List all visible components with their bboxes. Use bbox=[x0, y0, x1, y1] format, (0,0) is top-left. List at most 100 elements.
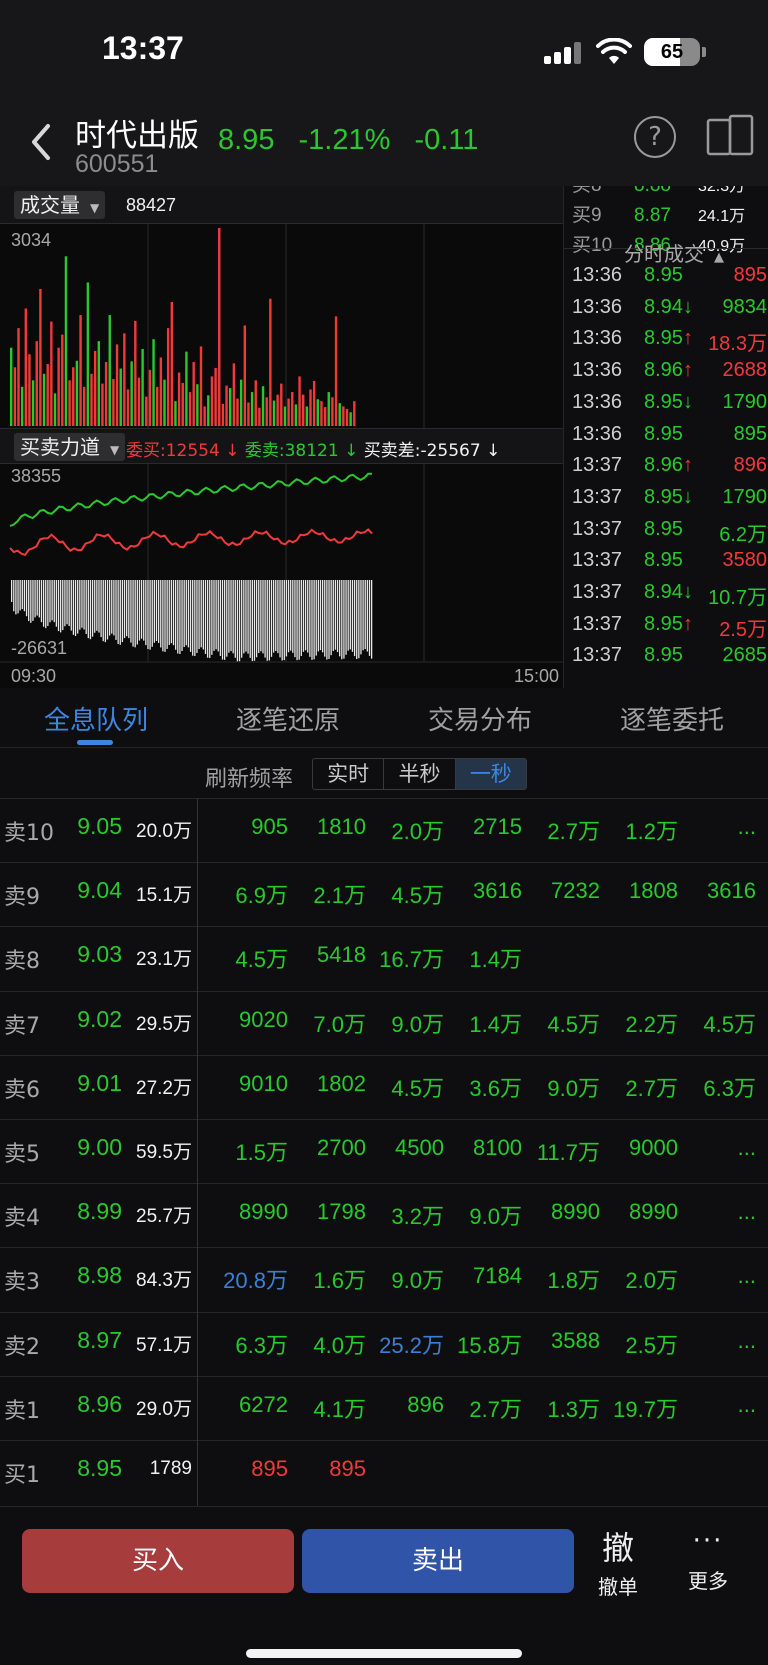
queue-row[interactable]: 卖7 9.02 29.5万 9020 7.0万 9.0万 1.4万 4.5万 2.2万 4.5万 bbox=[0, 990, 768, 1055]
diff-bar bbox=[272, 580, 275, 653]
tick-row: 13:37 8.95↓ 1790 bbox=[572, 485, 767, 508]
help-icon[interactable]: ? bbox=[634, 116, 676, 158]
queue-row[interactable]: 卖3 8.98 84.3万 20.8万 1.6万 9.0万 7184 1.8万 2.0万... bbox=[0, 1247, 768, 1311]
sell-button[interactable]: 卖出 bbox=[302, 1529, 574, 1593]
layout-switch-icon[interactable] bbox=[706, 114, 754, 158]
diff-bar bbox=[285, 580, 288, 657]
diff-bar bbox=[192, 580, 194, 656]
diff-bar bbox=[204, 580, 207, 654]
queue-row[interactable]: 卖6 9.01 27.2万 9010 1802 4.5万 3.6万 9.0万 2.7万 6.3万 bbox=[0, 1054, 768, 1119]
diff-bar bbox=[356, 580, 358, 659]
diff-bar bbox=[42, 580, 45, 627]
diff-bar bbox=[238, 580, 241, 662]
tab-order-by-order[interactable]: 逐笔委托 bbox=[576, 700, 768, 737]
volume-bar bbox=[218, 228, 221, 426]
diff-bar bbox=[196, 580, 198, 653]
diff-bar bbox=[217, 580, 219, 652]
volume-bar bbox=[232, 363, 236, 426]
diff-bar bbox=[57, 580, 60, 632]
volume-bar bbox=[265, 397, 268, 426]
diff-bar bbox=[349, 580, 351, 650]
diff-bar bbox=[315, 580, 317, 656]
diff-bar bbox=[251, 580, 253, 662]
tab-tick-restore[interactable]: 逐笔还原 bbox=[192, 700, 384, 737]
diff-bar bbox=[123, 580, 126, 639]
diff-bar bbox=[132, 580, 134, 647]
diff-bar bbox=[147, 580, 149, 650]
diff-bar bbox=[268, 580, 271, 661]
diff-bar bbox=[145, 580, 147, 646]
diff-bar bbox=[319, 580, 322, 651]
volume-bar bbox=[170, 302, 173, 426]
volume-bar bbox=[123, 333, 126, 426]
order-queue[interactable]: 卖10 9.05 20.0万 905 1810 2.0万 2715 2.7万 1.2万... 卖9… bbox=[0, 798, 768, 1506]
intraday-chart[interactable]: 成交量 ▼ 88427 3034 买卖力道 ▼ 委买:12554 ↓ 委卖:3812… bbox=[0, 186, 563, 688]
queue-row[interactable]: 买1 8.95 1789 895 895 bbox=[0, 1440, 768, 1504]
volume-bar bbox=[185, 351, 188, 426]
refresh-option-one-second[interactable]: 一秒 bbox=[455, 759, 526, 789]
tab-full-queue[interactable]: 全息队列 bbox=[0, 700, 192, 737]
more-button[interactable]: ··· 更多 bbox=[680, 1523, 736, 1594]
volume-bar bbox=[312, 380, 316, 426]
queue-row[interactable]: 卖1 8.96 29.0万 6272 4.1万 896 2.7万 1.3万 19.7万... bbox=[0, 1375, 768, 1440]
diff-bar bbox=[260, 580, 262, 652]
diff-bar bbox=[121, 580, 124, 643]
diff-bar bbox=[362, 580, 364, 651]
volume-bar bbox=[196, 384, 199, 426]
diff-bar bbox=[59, 580, 62, 633]
queue-row[interactable]: 卖2 8.97 57.1万 6.3万 4.0万 25.2万 15.8万 3588 2.5万... bbox=[0, 1311, 768, 1376]
detail-tabs: 全息队列 逐笔还原 交易分布 逐笔委托 bbox=[0, 688, 768, 748]
queue-row[interactable]: 卖5 9.00 59.5万 1.5万 2700 4500 8100 11.7万 9000... bbox=[0, 1119, 768, 1183]
tick-panel[interactable]: 买88.8832.3万买98.8724.1万买108.8640.9万 分时成交▲… bbox=[563, 186, 768, 688]
status-time: 13:37 bbox=[102, 30, 184, 66]
tick-row: 13:36 8.95 895 bbox=[572, 264, 767, 286]
diff-bar bbox=[215, 580, 217, 650]
queue-row[interactable]: 卖4 8.99 25.7万 8990 1798 3.2万 9.0万 8990 8990... bbox=[0, 1183, 768, 1247]
diff-bar bbox=[81, 580, 83, 628]
refresh-option-realtime[interactable]: 实时 bbox=[313, 759, 385, 789]
tick-row: 13:36 8.95↓ 1790 bbox=[572, 390, 767, 413]
diff-bar bbox=[100, 580, 102, 638]
volume-bar bbox=[152, 339, 155, 426]
tab-trade-distribution[interactable]: 交易分布 bbox=[384, 700, 576, 737]
diff-bar bbox=[183, 580, 185, 648]
volume-bar bbox=[203, 406, 206, 426]
diff-bar bbox=[166, 580, 168, 649]
volume-bar bbox=[61, 334, 64, 426]
volume-bar bbox=[258, 407, 261, 426]
refresh-option-half-second[interactable]: 半秒 bbox=[384, 759, 456, 789]
back-arrow-icon[interactable] bbox=[26, 120, 56, 164]
volume-bar bbox=[166, 328, 170, 426]
force-indicator-select[interactable]: 买卖力道 ▼ bbox=[14, 433, 126, 461]
diff-bar bbox=[85, 580, 87, 634]
diff-bar bbox=[309, 580, 311, 657]
diff-bar bbox=[328, 580, 330, 659]
time-axis-end: 15:00 bbox=[514, 666, 560, 686]
volume-bar bbox=[334, 316, 338, 426]
orderbook-row: 买9 8.87 24.1万 bbox=[572, 205, 746, 226]
queue-row[interactable]: 卖9 9.04 15.1万 6.9万 2.1万 4.5万 3616 7232 1808 3616 bbox=[0, 862, 768, 926]
diff-bar bbox=[87, 580, 89, 639]
volume-bar bbox=[126, 389, 130, 426]
bid-volume: 委买:12554 ↓ bbox=[126, 441, 240, 461]
volume-bar bbox=[272, 400, 276, 426]
volume-bar bbox=[188, 392, 192, 426]
queue-row[interactable]: 卖10 9.05 20.0万 905 1810 2.0万 2715 2.7万 1.2万... bbox=[0, 798, 768, 862]
ask-force-line bbox=[9, 528, 373, 557]
diff-bar bbox=[294, 580, 296, 658]
volume-bar bbox=[254, 380, 257, 426]
diff-bar bbox=[332, 580, 334, 652]
diff-bar bbox=[91, 580, 94, 637]
queue-row[interactable]: 卖8 9.03 23.1万 4.5万 5418 16.7万 1.4万 bbox=[0, 926, 768, 990]
tick-row: 13:36 8.96↑ 2688 bbox=[572, 359, 767, 382]
diff-bar bbox=[98, 580, 100, 633]
status-bar: 13:37 65 bbox=[0, 0, 768, 100]
diff-bar bbox=[187, 580, 190, 648]
volume-bar bbox=[239, 379, 243, 426]
cancel-order-button[interactable]: 撤 撤单 bbox=[590, 1523, 646, 1600]
active-tab-indicator bbox=[77, 740, 113, 745]
buy-button[interactable]: 买入 bbox=[22, 1529, 294, 1593]
cellular-signal-icon bbox=[544, 42, 584, 64]
diff-bar bbox=[228, 580, 230, 653]
battery-level: 65 bbox=[660, 41, 684, 63]
